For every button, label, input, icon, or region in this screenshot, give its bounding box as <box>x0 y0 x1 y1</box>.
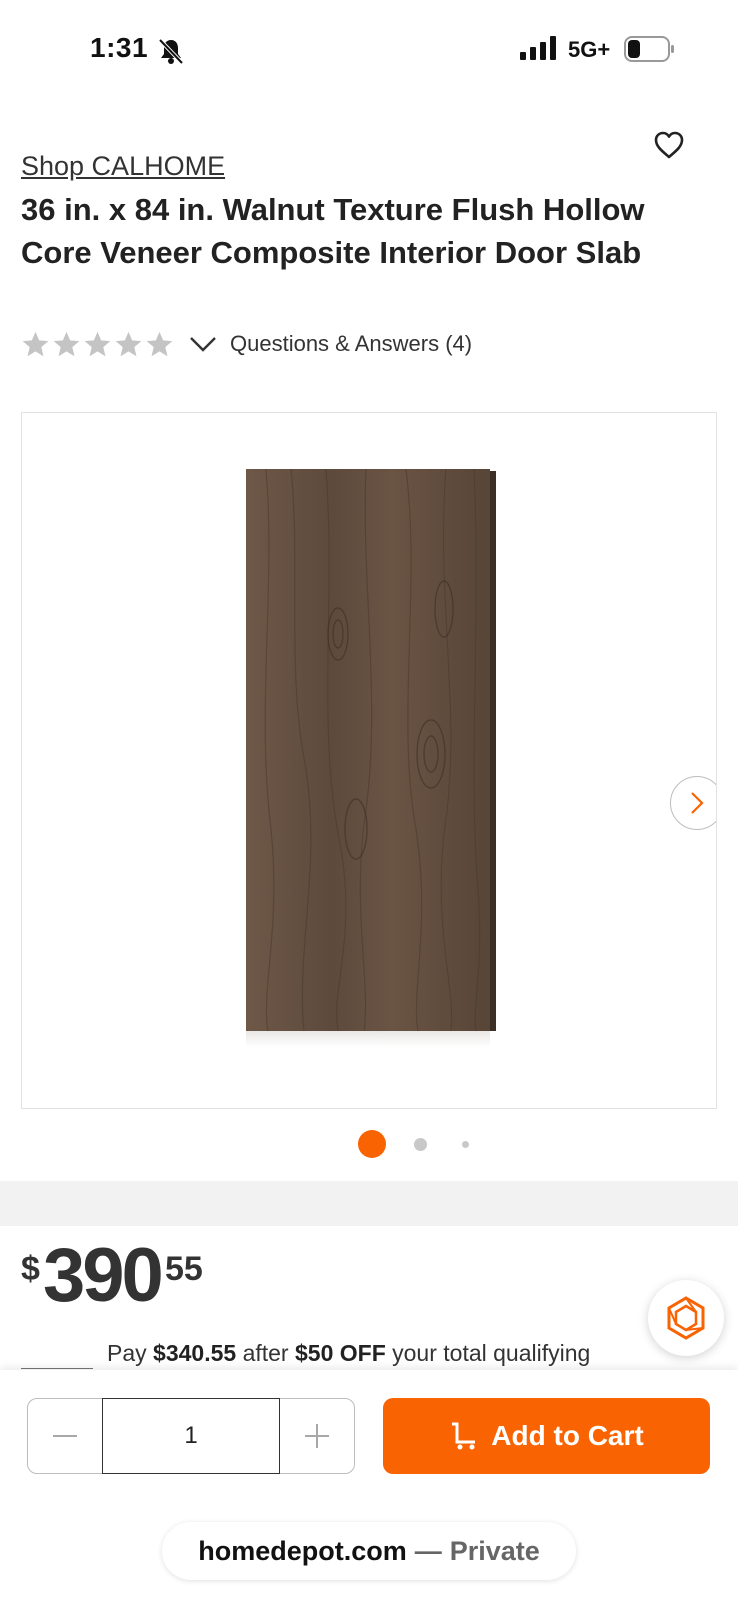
promo-discount: $50 OFF <box>294 1340 386 1366</box>
status-time: 1:31 <box>90 32 149 63</box>
quantity-decrement-button[interactable] <box>28 1399 102 1472</box>
battery-icon <box>624 36 674 62</box>
price-currency: $ <box>21 1250 40 1288</box>
network-type: 5G+ <box>568 37 611 62</box>
star-icon <box>146 331 173 356</box>
browser-address-bar[interactable]: homedepot.com — Private <box>162 1522 576 1580</box>
add-to-cart-button[interactable]: Add to Cart <box>383 1398 710 1474</box>
star-icon <box>84 331 111 356</box>
sticky-action-bar: Add to Cart homedepot.com — Private <box>0 1370 738 1600</box>
favorite-heart-icon[interactable] <box>652 128 686 162</box>
quantity-increment-button[interactable] <box>280 1399 354 1472</box>
door-slab-image <box>246 469 496 1047</box>
assistant-hexagon-icon <box>667 1296 705 1340</box>
product-title: 36 in. x 84 in. Walnut Texture Flush Hol… <box>21 192 645 270</box>
promo-rule <box>21 1368 93 1369</box>
section-divider <box>0 1181 738 1226</box>
bell-slash-icon <box>158 38 184 65</box>
pagination-dot[interactable] <box>462 1141 469 1148</box>
product-gallery <box>0 388 738 1181</box>
plus-icon <box>305 1423 329 1448</box>
promo-text: Pay $340.55 after $50 OFF your total qua… <box>107 1340 590 1367</box>
pagination-dot-active[interactable] <box>358 1130 386 1158</box>
status-bar: 1:31 5G+ <box>0 0 738 100</box>
gallery-pagination <box>0 1129 738 1159</box>
promo-pay-amount: $340.55 <box>153 1340 237 1366</box>
promo-after: after <box>242 1340 289 1366</box>
url-separator: — <box>414 1535 442 1566</box>
minus-icon <box>53 1434 77 1437</box>
star-icon <box>115 331 142 356</box>
chevron-down-icon[interactable] <box>188 334 218 354</box>
quantity-input[interactable] <box>102 1398 280 1474</box>
gallery-next-button[interactable] <box>670 776 716 830</box>
questions-answers-link[interactable]: Questions & Answers (4) <box>230 331 472 357</box>
promo-pay-prefix: Pay <box>107 1340 147 1366</box>
pagination-dot[interactable] <box>414 1138 427 1151</box>
signal-icon <box>520 36 556 60</box>
rating-stars <box>21 330 174 359</box>
promo-suffix: your total qualifying <box>392 1340 591 1366</box>
shop-brand-link[interactable]: Shop CALHOME <box>21 151 225 182</box>
price-dollars: 390 <box>43 1233 164 1318</box>
url-domain: homedepot.com <box>198 1535 407 1566</box>
private-mode-label: Private <box>449 1535 540 1566</box>
star-icon <box>22 331 49 356</box>
quantity-stepper <box>27 1398 355 1474</box>
chat-assistant-button[interactable] <box>648 1280 724 1356</box>
chevron-right-icon <box>691 792 704 814</box>
cart-icon <box>452 1422 476 1450</box>
star-icon <box>53 331 80 356</box>
gallery-frame[interactable] <box>21 412 717 1109</box>
add-to-cart-label: Add to Cart <box>491 1420 644 1451</box>
rating-row[interactable]: Questions & Answers (4) <box>21 328 472 360</box>
price-cents: 55 <box>165 1250 203 1288</box>
